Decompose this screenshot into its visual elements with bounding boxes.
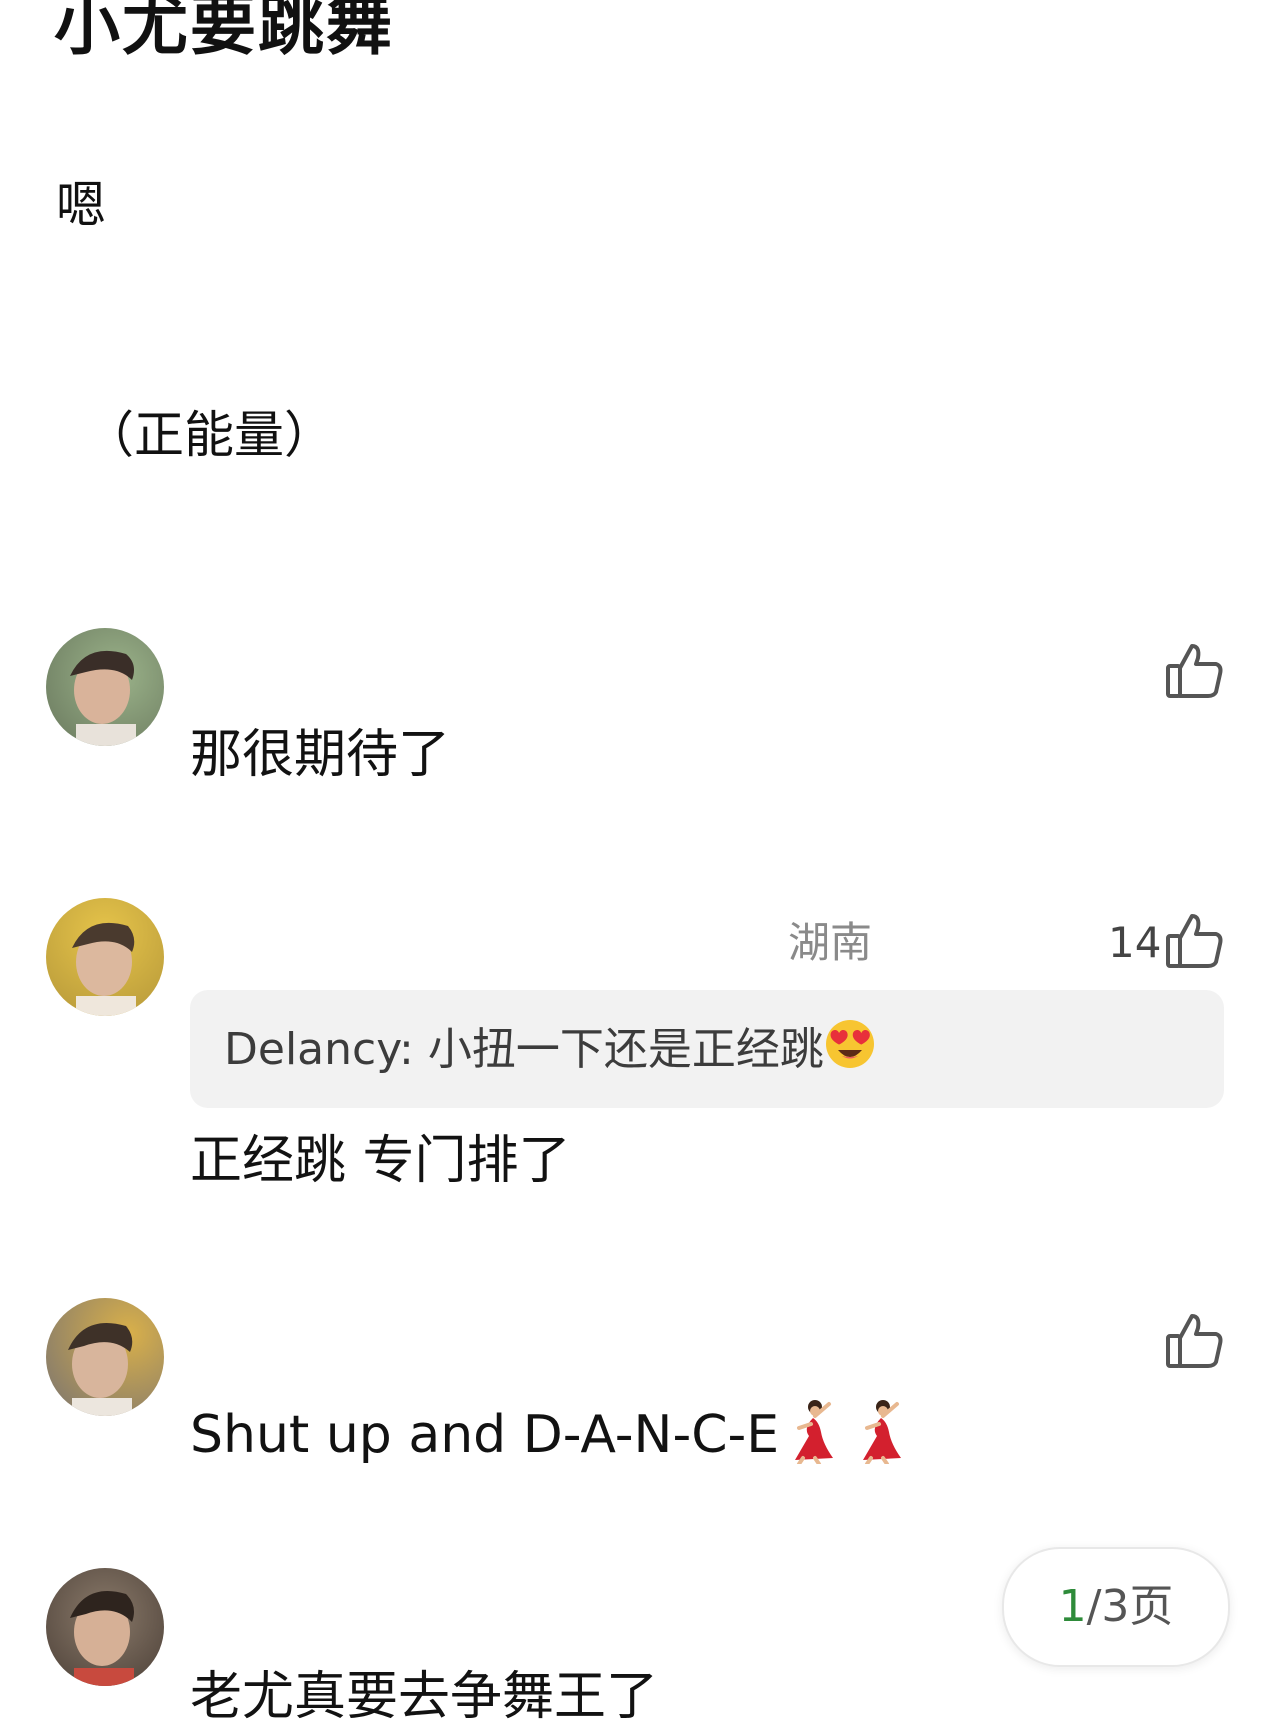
comment-text: 正经跳 专门排了 — [190, 1131, 571, 1191]
post-title: 小尤要跳舞 — [54, 0, 394, 64]
avatar[interactable] — [46, 1568, 164, 1686]
avatar[interactable] — [46, 628, 164, 746]
comment-location: 湖南 — [788, 918, 873, 967]
page-indicator[interactable]: 1/3页 — [1002, 1547, 1230, 1667]
page-total: /3页 — [1086, 1581, 1174, 1632]
post-body-line: （正能量） — [84, 406, 334, 464]
quoted-reply[interactable]: Delancy: 小扭一下还是正经跳 — [190, 990, 1224, 1108]
like-count: 14 — [1108, 918, 1162, 967]
comment-text: 老尤真要去争舞王了 — [190, 1667, 659, 1727]
quoted-reply-content: Delancy: 小扭一下还是正经跳 — [224, 1024, 824, 1075]
comment-text: 那很期待了 — [190, 725, 451, 785]
dancer-emoji — [853, 1398, 911, 1478]
quoted-reply-text: Delancy: 小扭一下还是正经跳 — [224, 1018, 876, 1086]
thumbs-up-icon[interactable] — [1164, 1310, 1226, 1372]
avatar[interactable] — [46, 1298, 164, 1416]
thumbs-up-icon[interactable] — [1164, 640, 1226, 702]
heart-eyes-emoji — [824, 1018, 876, 1086]
page-current: 1 — [1058, 1581, 1087, 1632]
avatar[interactable] — [46, 898, 164, 1016]
dancer-emoji — [785, 1398, 843, 1478]
post-body-line: 嗯 — [56, 176, 106, 234]
thumbs-up-icon[interactable] — [1164, 910, 1226, 972]
comment-text: Shut up and D-A-N-C-E — [190, 1398, 911, 1478]
comment-text-content: Shut up and D-A-N-C-E — [190, 1405, 780, 1465]
